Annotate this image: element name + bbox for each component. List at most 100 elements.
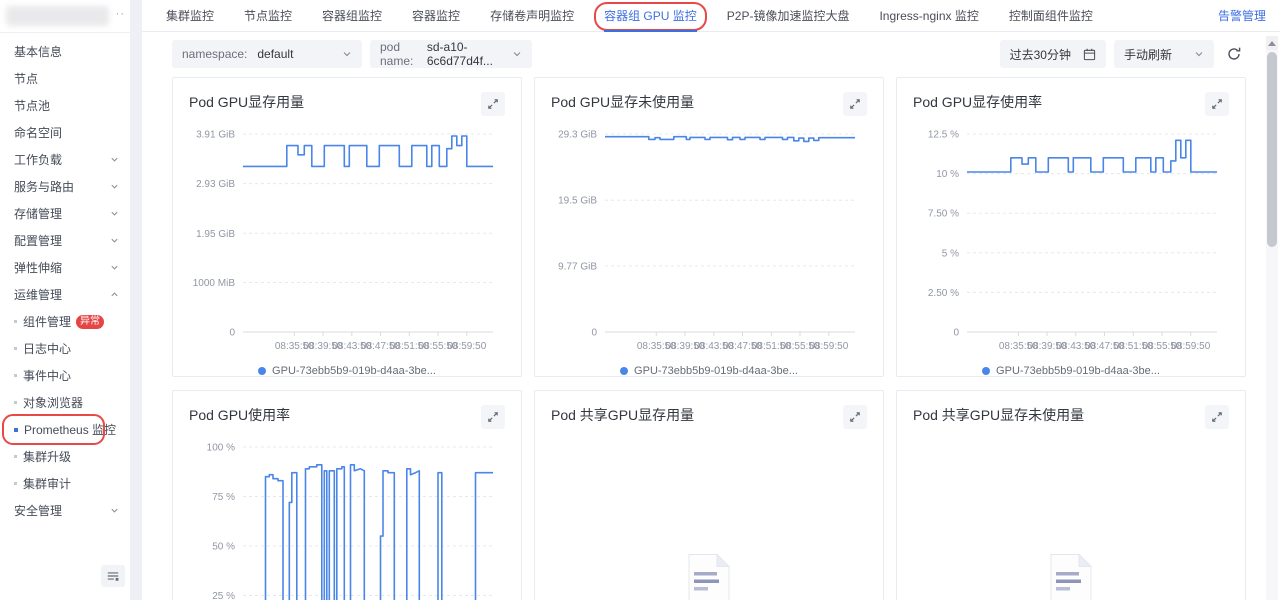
tab-control-plane-monitor[interactable]: 控制面组件监控	[1009, 0, 1093, 32]
expand-button[interactable]	[843, 405, 867, 429]
tab-label: Ingress-nginx 监控	[879, 9, 978, 23]
bullet-icon	[14, 401, 17, 404]
tab-label: 存储卷声明监控	[490, 9, 574, 23]
namespace-select[interactable]: namespace: default	[172, 40, 362, 68]
chart-card-header: Pod GPU显存使用率	[913, 92, 1229, 122]
expand-button[interactable]	[1205, 405, 1229, 429]
tab-p2p-monitor[interactable]: P2P-镜像加速监控大盘	[727, 0, 850, 32]
chart-legend[interactable]: GPU-73ebb5b9-019b-d4aa-3be...	[551, 362, 867, 377]
sidebar-item-event-center[interactable]: 事件中心	[0, 362, 130, 389]
chart-canvas[interactable]: 3.91 GiB2.93 GiB1.95 GiB1000 MiB008:35:5…	[189, 122, 505, 362]
expand-button[interactable]	[1205, 92, 1229, 116]
sidebar-item-security[interactable]: 安全管理	[0, 497, 130, 524]
filter-toolbar: namespace: default pod name: sd-a10-6c6d…	[172, 40, 1280, 68]
tab-label: 节点监控	[244, 9, 292, 23]
chart-card-pod-shared-gpu-mem-free: Pod 共享GPU显存未使用量暂无数据	[896, 390, 1246, 600]
tab-bar: 集群监控 节点监控 容器组监控 容器监控 存储卷声明监控 容器组 GPU 监控 P2P-镜像…	[166, 0, 1093, 32]
sidebar-item-namespaces[interactable]: 命名空间	[0, 119, 130, 146]
scroll-up-button[interactable]	[1266, 36, 1278, 50]
sidebar-item-label: 事件中心	[23, 367, 71, 384]
sidebar-item-autoscaling[interactable]: 弹性伸缩	[0, 254, 130, 281]
bullet-icon	[14, 374, 17, 377]
chart-canvas[interactable]: 100 %75 %50 %25 %008:35:5008:39:5008:43:…	[189, 435, 505, 600]
bullet-icon	[14, 482, 17, 485]
cluster-header: ··	[0, 0, 130, 33]
tab-label: 控制面组件监控	[1009, 9, 1093, 23]
charts-grid: Pod GPU显存用量 3.91 GiB2.93 GiB1.95 GiB1000 …	[172, 77, 1246, 600]
tab-pod-monitor[interactable]: 容器组监控	[322, 0, 382, 32]
chevron-down-icon	[110, 155, 119, 164]
sidebar-item-object-browser[interactable]: 对象浏览器	[0, 389, 130, 416]
chevron-up-icon	[110, 290, 119, 299]
sidebar-item-basic-info[interactable]: 基本信息	[0, 38, 130, 65]
sidebar-item-component-mgmt[interactable]: 组件管理异常	[0, 308, 130, 335]
pod-name-select[interactable]: pod name: sd-a10-6c6d77d4f...	[370, 40, 532, 68]
chart-legend[interactable]: GPU-73ebb5b9-019b-d4aa-3be...	[189, 362, 505, 377]
sidebar-item-nodes[interactable]: 节点	[0, 65, 130, 92]
sidebar-item-label: 集群升级	[23, 448, 71, 465]
legend-dot-icon	[258, 367, 266, 375]
alarm-management-link[interactable]: 告警管理	[1218, 7, 1266, 24]
svg-text:0: 0	[591, 328, 597, 339]
refresh-mode-select[interactable]: 手动刷新	[1114, 40, 1214, 68]
sidebar-divider	[130, 0, 142, 600]
sidebar-collapse-button[interactable]	[101, 565, 125, 587]
chart-canvas[interactable]: 12.5 %10 %7.50 %5 %2.50 %008:35:5008:39:…	[913, 122, 1229, 362]
sidebar-item-node-pools[interactable]: 节点池	[0, 92, 130, 119]
tab-ingress-nginx-monitor[interactable]: Ingress-nginx 监控	[879, 0, 978, 32]
sidebar-item-cluster-upgrade[interactable]: 集群升级	[0, 443, 130, 470]
sidebar-item-services-routes[interactable]: 服务与路由	[0, 173, 130, 200]
legend-label: GPU-73ebb5b9-019b-d4aa-3be...	[634, 365, 798, 377]
tab-pvc-monitor[interactable]: 存储卷声明监控	[490, 0, 574, 32]
tab-pod-gpu-monitor[interactable]: 容器组 GPU 监控	[604, 0, 697, 32]
sidebar-item-storage[interactable]: 存储管理	[0, 200, 130, 227]
svg-text:0: 0	[953, 328, 959, 339]
sidebar-item-label: 安全管理	[14, 502, 62, 519]
chevron-down-icon	[1194, 49, 1204, 59]
sidebar-item-label: 日志中心	[23, 340, 71, 357]
main-content: 集群监控 节点监控 容器组监控 容器监控 存储卷声明监控 容器组 GPU 监控 P2P-镜像…	[142, 0, 1280, 600]
sidebar-item-label: 命名空间	[14, 124, 62, 141]
sidebar-item-log-center[interactable]: 日志中心	[0, 335, 130, 362]
expand-button[interactable]	[481, 92, 505, 116]
sidebar: ·· 基本信息节点节点池命名空间工作负载服务与路由存储管理配置管理弹性伸缩运维管…	[0, 0, 130, 600]
refresh-button[interactable]	[1226, 46, 1242, 62]
chevron-down-icon	[110, 506, 119, 515]
svg-text:2.93 GiB: 2.93 GiB	[196, 179, 235, 190]
pod-name-value: sd-a10-6c6d77d4f...	[427, 40, 500, 68]
sidebar-item-label: 服务与路由	[14, 178, 74, 195]
no-data-icon	[1048, 553, 1094, 600]
scrollbar[interactable]	[1266, 36, 1278, 600]
svg-text:100 %: 100 %	[207, 443, 235, 454]
sidebar-item-label: 集群审计	[23, 475, 71, 492]
sidebar-item-ops-management[interactable]: 运维管理	[0, 281, 130, 308]
tab-node-monitor[interactable]: 节点监控	[244, 0, 292, 32]
sidebar-menu: 基本信息节点节点池命名空间工作负载服务与路由存储管理配置管理弹性伸缩运维管理组件…	[0, 33, 130, 524]
chart-title: Pod GPU显存用量	[189, 92, 304, 112]
sidebar-item-label: 节点	[14, 70, 38, 87]
svg-text:9.77 GiB: 9.77 GiB	[558, 262, 597, 273]
sidebar-item-workloads[interactable]: 工作负载	[0, 146, 130, 173]
calendar-icon	[1083, 48, 1096, 61]
chart-card-header: Pod 共享GPU显存用量	[551, 405, 867, 435]
chart-card-pod-gpu-mem-free: Pod GPU显存未使用量29.3 GiB19.5 GiB9.77 GiB008…	[534, 77, 884, 377]
svg-text:50 %: 50 %	[212, 542, 235, 553]
scrollbar-thumb[interactable]	[1267, 52, 1277, 247]
monitor-tab-bar: 集群监控 节点监控 容器组监控 容器监控 存储卷声明监控 容器组 GPU 监控 P2P-镜像…	[142, 0, 1280, 32]
svg-text:25 %: 25 %	[212, 591, 235, 600]
expand-button[interactable]	[481, 405, 505, 429]
tab-container-monitor[interactable]: 容器监控	[412, 0, 460, 32]
sidebar-item-prometheus-monitor[interactable]: Prometheus 监控	[0, 416, 130, 443]
tab-label: 容器监控	[412, 9, 460, 23]
chart-legend[interactable]: GPU-73ebb5b9-019b-d4aa-3be...	[913, 362, 1229, 377]
expand-button[interactable]	[843, 92, 867, 116]
svg-text:0: 0	[229, 328, 235, 339]
more-icon[interactable]: ··	[116, 8, 125, 20]
sidebar-item-config[interactable]: 配置管理	[0, 227, 130, 254]
tab-cluster-monitor[interactable]: 集群监控	[166, 0, 214, 32]
chart-title: Pod GPU使用率	[189, 405, 290, 425]
chart-card-header: Pod GPU显存用量	[189, 92, 505, 122]
time-range-picker[interactable]: 过去30分钟	[1000, 40, 1106, 68]
sidebar-item-cluster-audit[interactable]: 集群审计	[0, 470, 130, 497]
chart-canvas[interactable]: 29.3 GiB19.5 GiB9.77 GiB008:35:5008:39:5…	[551, 122, 867, 362]
